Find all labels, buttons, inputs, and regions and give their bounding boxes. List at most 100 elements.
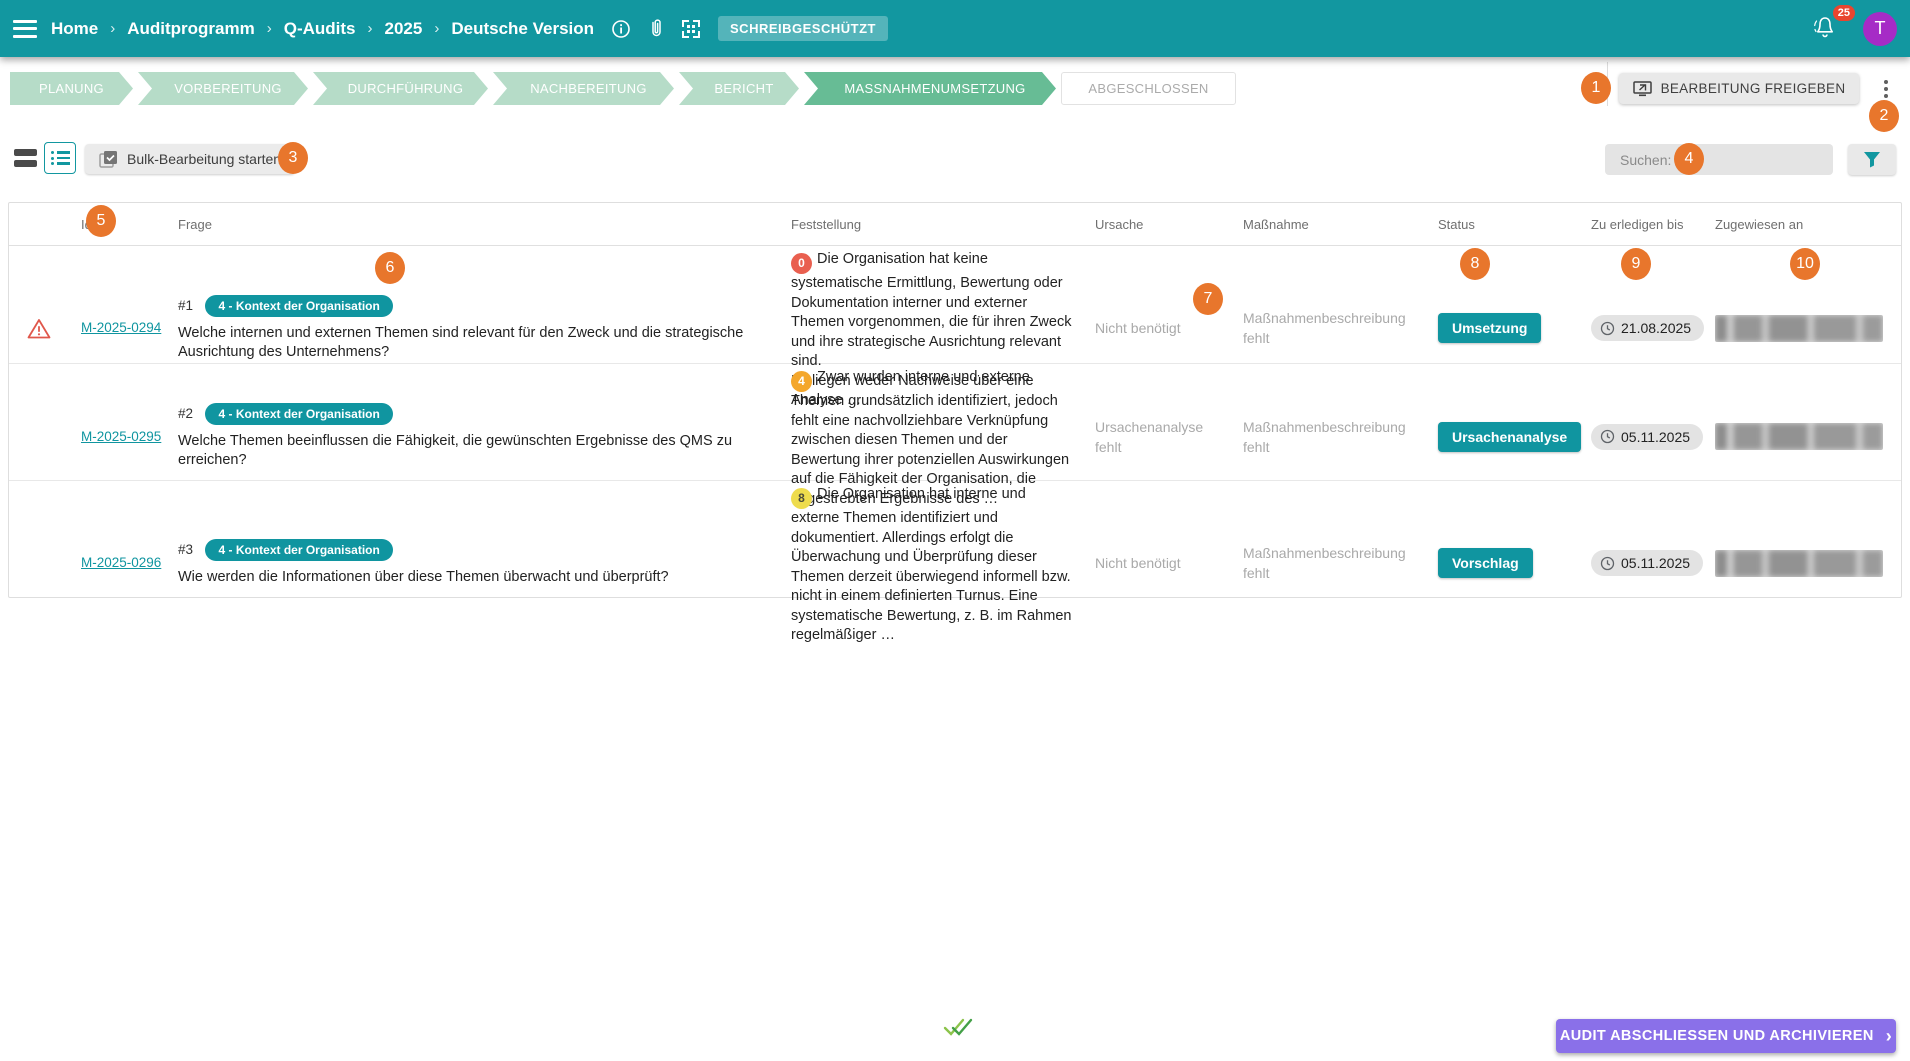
assignee-redacted	[1715, 423, 1883, 451]
question-number: #1	[178, 297, 194, 313]
due-date-chip[interactable]: 05.11.2025	[1591, 550, 1704, 577]
measure-id-link[interactable]: M-2025-0296	[81, 555, 161, 570]
card-view-toggle[interactable]	[14, 149, 37, 168]
finding-text: Die Organisation hat interne und externe…	[791, 486, 1072, 644]
workflow-stepper: PLANUNG VORBEREITUNG DURCHFÜHRUNG NACHBE…	[10, 72, 1241, 105]
breadcrumb-separator: ›	[110, 20, 116, 37]
annotation-10: 10	[1790, 248, 1820, 280]
bulk-edit-icon	[99, 151, 117, 168]
bulk-edit-button[interactable]: Bulk-Bearbeitung starten	[85, 144, 296, 174]
step-abgeschlossen[interactable]: ABGESCHLOSSEN	[1061, 72, 1236, 105]
step-vorbereitung[interactable]: VORBEREITUNG	[138, 72, 308, 105]
cause-text: Ursachenanalyse fehlt	[1095, 418, 1204, 455]
assignee-redacted	[1715, 549, 1883, 577]
annotation-4: 4	[1674, 143, 1704, 175]
question-text: Welche internen und externen Themen sind…	[178, 324, 744, 360]
cause-text: Nicht benötigt	[1095, 320, 1181, 337]
question-number: #2	[178, 406, 194, 422]
category-badge: 4 - Kontext der Organisation	[205, 403, 393, 426]
measure-text: Maßnahmenbeschreibung fehlt	[1243, 545, 1406, 582]
column-header-due: Zu erledigen bis	[1591, 216, 1684, 232]
clock-icon	[1600, 321, 1615, 336]
table-row: M-2025-0295 #2 4 - Kontext der Organisat…	[9, 363, 1901, 507]
release-editing-icon	[1632, 80, 1652, 96]
measure-id-link[interactable]: M-2025-0294	[81, 320, 161, 335]
notification-count-badge: 25	[1832, 4, 1855, 21]
release-editing-label: BEARBEITUNG FREIGEBEN	[1660, 81, 1846, 96]
column-header-frage: Frage	[178, 216, 212, 232]
search-input[interactable]: Suchen:	[1605, 144, 1859, 175]
chevron-right-icon: ›	[1885, 1026, 1893, 1046]
score-badge: 8	[791, 488, 812, 510]
finding-cell: 8 Die Organisation hat interne und extern…	[779, 481, 1083, 646]
attachment-icon[interactable]	[645, 18, 667, 40]
annotation-9: 9	[1621, 248, 1651, 280]
column-header-id: Id	[69, 217, 166, 232]
breadcrumb-separator: ›	[434, 20, 440, 37]
column-header-ursache: Ursache	[1095, 216, 1144, 232]
question-text: Wie werden die Informationen über diese …	[178, 569, 669, 586]
list-icon	[50, 149, 70, 168]
breadcrumb-2025[interactable]: 2025	[385, 19, 423, 39]
status-button[interactable]: Umsetzung	[1438, 313, 1542, 344]
archive-audit-button[interactable]: AUDIT ABSCHLIESSEN UND ARCHIVIEREN ›	[1556, 1019, 1896, 1053]
breadcrumb-current[interactable]: Deutsche Version	[451, 19, 594, 39]
cause-text: Nicht benötigt	[1095, 555, 1181, 572]
breadcrumb-separator: ›	[266, 20, 272, 37]
notifications-button[interactable]: 25	[1811, 4, 1855, 45]
annotation-2: 2	[1869, 100, 1899, 132]
table-row: M-2025-0296 #3 4 - Kontext der Organisat…	[9, 480, 1901, 643]
menu-icon[interactable]	[13, 19, 37, 38]
question-text: Welche Themen beeinflussen die Fähigkeit…	[178, 433, 733, 469]
double-check-icon	[941, 1013, 977, 1046]
breadcrumb-home[interactable]: Home	[51, 19, 98, 39]
annotation-8: 8	[1460, 248, 1490, 280]
due-date-text: 05.11.2025	[1621, 428, 1691, 445]
list-view-toggle[interactable]	[44, 142, 76, 174]
qr-code-icon[interactable]	[680, 18, 702, 40]
warning-icon	[27, 318, 51, 339]
status-button[interactable]: Ursachenanalyse	[1438, 421, 1582, 452]
category-badge: 4 - Kontext der Organisation	[205, 294, 393, 317]
measure-text: Maßnahmenbeschreibung fehlt	[1243, 418, 1406, 455]
filter-button[interactable]	[1848, 144, 1896, 175]
avatar[interactable]: T	[1863, 11, 1897, 46]
breadcrumb-q-audits[interactable]: Q-Audits	[284, 19, 356, 39]
step-bericht[interactable]: BERICHT	[679, 72, 799, 105]
status-button[interactable]: Vorschlag	[1438, 548, 1533, 579]
top-bar: Home › Auditprogramm › Q-Audits › 2025 ›…	[0, 0, 1910, 57]
due-date-text: 21.08.2025	[1621, 320, 1692, 337]
column-header-status: Status	[1438, 216, 1475, 232]
search-field[interactable]	[1677, 151, 1859, 168]
column-header-massnahme: Maßnahme	[1243, 216, 1309, 232]
due-date-chip[interactable]: 05.11.2025	[1591, 423, 1704, 450]
measures-table: Id Frage Feststellung Ursache Maßnahme S…	[8, 202, 1902, 643]
breadcrumb-auditprogramm[interactable]: Auditprogramm	[127, 19, 255, 39]
table-header-row: Id Frage Feststellung Ursache Maßnahme S…	[9, 203, 1901, 246]
bulk-edit-label: Bulk-Bearbeitung starten	[127, 151, 282, 167]
column-header-assignee: Zugewiesen an	[1715, 216, 1804, 232]
archive-audit-label: AUDIT ABSCHLIESSEN UND ARCHIVIEREN	[1559, 1028, 1874, 1044]
score-badge: 4	[791, 371, 812, 393]
filter-icon	[1864, 152, 1880, 168]
step-nachbereitung[interactable]: NACHBEREITUNG	[493, 72, 674, 105]
clock-icon	[1600, 429, 1615, 444]
category-badge: 4 - Kontext der Organisation	[205, 539, 393, 562]
annotation-7: 7	[1193, 283, 1223, 315]
readonly-badge: SCHREIBGESCHÜTZT	[718, 16, 888, 41]
breadcrumb: Home › Auditprogramm › Q-Audits › 2025 ›…	[51, 19, 594, 39]
info-icon[interactable]	[610, 18, 632, 40]
step-planung[interactable]: PLANUNG	[10, 72, 133, 105]
step-massnahmenumsetzung[interactable]: MASSNAHMENUMSETZUNG	[804, 72, 1056, 105]
release-editing-button[interactable]: BEARBEITUNG FREIGEBEN	[1619, 73, 1859, 104]
assignee-redacted	[1715, 314, 1883, 342]
annotation-1: 1	[1581, 72, 1611, 104]
due-date-chip[interactable]: 21.08.2025	[1591, 315, 1705, 342]
clock-icon	[1600, 556, 1615, 571]
breadcrumb-separator: ›	[367, 20, 373, 37]
step-durchfuehrung[interactable]: DURCHFÜHRUNG	[313, 72, 488, 105]
annotation-5: 5	[86, 205, 116, 237]
score-badge: 0	[791, 253, 812, 275]
table-row: M-2025-0294 #1 4 - Kontext der Organisat…	[9, 246, 1901, 408]
measure-id-link[interactable]: M-2025-0295	[81, 429, 161, 444]
